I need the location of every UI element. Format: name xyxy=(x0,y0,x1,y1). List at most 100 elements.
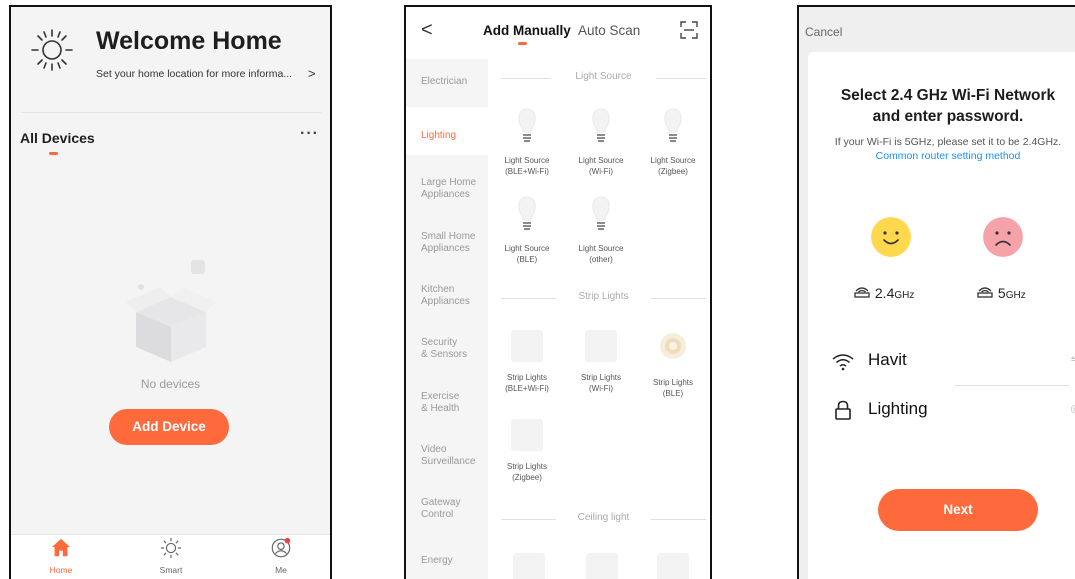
section-header: Light Source xyxy=(501,71,706,85)
router-icon xyxy=(977,287,993,298)
router-icon xyxy=(854,287,870,298)
network-name: Havit xyxy=(868,350,907,369)
notification-dot xyxy=(284,537,291,544)
wifi-info-text: If your Wi-Fi is 5GHz, please set it to … xyxy=(834,136,1062,148)
device-label: Strip Lights (Zigbee) xyxy=(506,462,548,482)
chevron-right-icon[interactable]: > xyxy=(308,66,316,81)
password-field[interactable]: Lighting ◎ xyxy=(830,394,1075,428)
device-tile[interactable]: Light Source (other) xyxy=(566,195,636,265)
device-tile[interactable]: Strip Lights (Zigbee) xyxy=(492,419,562,483)
category-gateway-control[interactable]: Gateway Control xyxy=(421,497,460,521)
strip-light-icon xyxy=(660,333,686,359)
scan-icon[interactable] xyxy=(680,21,698,39)
wifi-info: If your Wi-Fi is 5GHz, please set it to … xyxy=(828,135,1068,163)
router-setting-link[interactable]: Common router setting method xyxy=(876,150,1021,162)
category-list: Electrician Lighting Large Home Applianc… xyxy=(406,59,488,579)
strip-light-placeholder xyxy=(511,330,543,362)
freq-bad-value: 5 xyxy=(997,285,1006,301)
network-field[interactable]: Havit ⇋ xyxy=(830,345,1075,379)
category-video-surveillance[interactable]: Video Surveillance xyxy=(421,444,475,468)
more-icon[interactable]: ··· xyxy=(300,125,319,143)
wifi-card: Select 2.4 GHz Wi-Fi Network and enter p… xyxy=(808,52,1075,579)
user-icon xyxy=(271,537,291,558)
tab-underline xyxy=(518,42,527,45)
sun-icon xyxy=(31,29,73,71)
home-location-link[interactable]: Set your home location for more informa.… xyxy=(96,68,292,80)
tab-label: Smart xyxy=(159,565,183,575)
ceiling-light-placeholder[interactable] xyxy=(513,553,545,579)
device-label: Light Source (BLE) xyxy=(504,244,550,264)
device-label: Strip Lights (Wi-Fi) xyxy=(580,373,622,393)
eye-icon[interactable]: ◎ xyxy=(1070,402,1075,415)
section-title: Ceiling light xyxy=(577,512,630,523)
tab-underline xyxy=(49,152,58,155)
bulb-icon xyxy=(664,108,682,142)
switch-network-icon[interactable]: ⇋ xyxy=(1071,353,1075,366)
category-small-home-appliances[interactable]: Small Home Appliances xyxy=(421,231,475,255)
tab-smart[interactable]: Smart xyxy=(141,537,201,575)
cancel-button[interactable]: Cancel xyxy=(805,25,842,39)
category-lighting[interactable]: Lighting xyxy=(421,130,456,142)
device-tile[interactable]: Strip Lights (BLE) xyxy=(638,330,708,399)
password-value: Lighting xyxy=(868,399,928,418)
back-icon[interactable]: < xyxy=(421,19,433,42)
top-nav: < Add Manually Auto Scan xyxy=(406,7,710,59)
category-security-sensors[interactable]: Security & Sensors xyxy=(421,337,467,361)
tab-me[interactable]: Me xyxy=(251,537,311,575)
section-header: Strip Lights xyxy=(501,291,706,305)
device-label: Light Source (other) xyxy=(578,244,624,264)
sad-face-icon xyxy=(983,217,1023,257)
add-device-button[interactable]: Add Device xyxy=(109,409,229,445)
device-label: Light Source (Wi-Fi) xyxy=(578,156,624,176)
device-tile[interactable]: Light Source (Wi-Fi) xyxy=(566,107,636,177)
section-header: Ceiling light xyxy=(501,512,706,526)
home-icon xyxy=(51,538,71,557)
category-electrician[interactable]: Electrician xyxy=(421,76,467,88)
ceiling-light-placeholder[interactable] xyxy=(586,553,618,579)
wifi-setup-screen: Cancel Select 2.4 GHz Wi-Fi Network and … xyxy=(797,5,1075,579)
home-header: Welcome Home Set your home location for … xyxy=(11,7,330,89)
all-devices-tab[interactable]: All Devices xyxy=(20,130,95,146)
ceiling-light-placeholder[interactable] xyxy=(657,553,689,579)
empty-box-illustration xyxy=(126,260,216,362)
welcome-title: Welcome Home xyxy=(96,27,282,55)
divider xyxy=(954,385,1070,386)
bulb-icon xyxy=(592,196,610,230)
sun-icon xyxy=(160,537,182,559)
category-kitchen-appliances[interactable]: Kitchen Appliances xyxy=(421,284,470,308)
device-tile[interactable]: Strip Lights (Wi-Fi) xyxy=(566,330,636,394)
freq-good-value: 2.4 xyxy=(874,285,895,301)
bulb-icon xyxy=(592,108,610,142)
device-label: Strip Lights (BLE+Wi-Fi) xyxy=(505,373,549,393)
strip-light-placeholder xyxy=(511,419,543,451)
wifi-icon xyxy=(832,354,854,371)
wifi-title: Select 2.4 GHz Wi-Fi Network and enter p… xyxy=(840,87,1056,125)
freq-unit: GHz xyxy=(1005,290,1026,301)
category-large-home-appliances[interactable]: Large Home Appliances xyxy=(421,177,476,201)
add-device-screen: < Add Manually Auto Scan Electrician Lig… xyxy=(404,5,712,579)
bottom-tab-bar: Home Smart Me xyxy=(11,534,330,579)
freq-bad: 5GHz xyxy=(976,284,1026,301)
happy-face-icon xyxy=(871,217,911,257)
category-exercise-health[interactable]: Exercise & Health xyxy=(421,391,459,415)
tab-home[interactable]: Home xyxy=(31,537,91,575)
device-label: Light Source (Zigbee) xyxy=(650,156,696,176)
next-button[interactable]: Next xyxy=(878,489,1038,531)
strip-light-placeholder xyxy=(585,330,617,362)
device-tile[interactable]: Light Source (BLE) xyxy=(492,195,562,265)
device-label: Strip Lights (BLE) xyxy=(652,378,694,398)
divider xyxy=(21,112,321,113)
device-tile[interactable]: Strip Lights (BLE+Wi-Fi) xyxy=(492,330,562,394)
tab-label: Me xyxy=(275,565,287,575)
freq-good: 2.4GHz xyxy=(853,284,914,301)
bulb-icon xyxy=(518,196,536,230)
bulb-icon xyxy=(518,108,536,142)
freq-unit: GHz xyxy=(894,290,915,301)
device-label: Light Source (BLE+Wi-Fi) xyxy=(504,156,550,176)
tab-add-manually[interactable]: Add Manually xyxy=(483,23,571,38)
category-energy[interactable]: Energy xyxy=(421,555,453,567)
device-tile[interactable]: Light Source (BLE+Wi-Fi) xyxy=(492,107,562,177)
tab-auto-scan[interactable]: Auto Scan xyxy=(578,23,640,38)
lock-icon xyxy=(835,400,851,420)
device-tile[interactable]: Light Source (Zigbee) xyxy=(638,107,708,177)
